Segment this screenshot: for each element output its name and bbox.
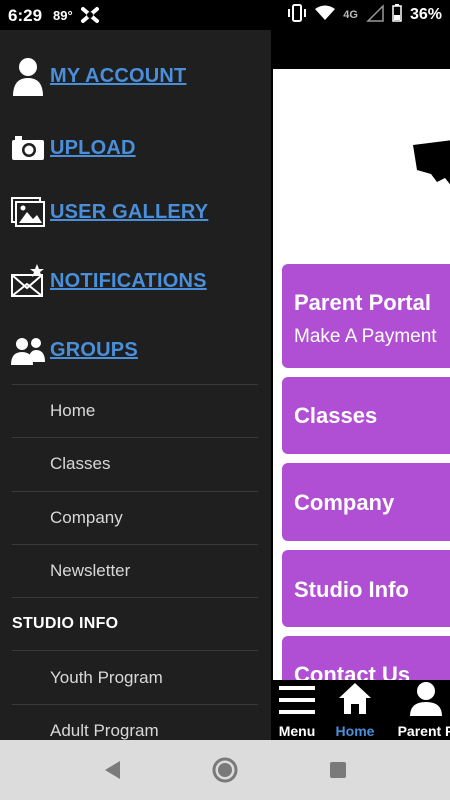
drawer-item-company[interactable]: Company	[12, 490, 258, 544]
tile-parent-portal-subtitle: Make A Payment	[294, 326, 437, 347]
drawer-item-classes[interactable]: Classes	[12, 437, 258, 490]
my-account-link[interactable]: MY ACCOUNT	[10, 56, 186, 96]
tile-classes[interactable]: Classes	[282, 377, 450, 454]
upload-label: UPLOAD	[50, 136, 136, 159]
drawer-item-home[interactable]: Home	[12, 384, 258, 437]
groups-link[interactable]: GROUPS	[10, 330, 138, 370]
bottom-tab-bar: Menu Home Parent P	[271, 680, 450, 740]
tile-company-title: Company	[294, 490, 395, 515]
gallery-icon	[10, 192, 46, 232]
main-header	[273, 30, 450, 69]
tab-parent-portal[interactable]: Parent P	[391, 680, 450, 740]
menu-icon	[278, 680, 316, 721]
home-icon	[337, 680, 373, 721]
status-bar: 6:29 89° 4G 36%	[0, 0, 450, 30]
network-type: 4G	[343, 9, 358, 21]
my-account-label: MY ACCOUNT	[50, 64, 187, 87]
tab-home[interactable]: Home	[333, 680, 377, 740]
recents-button[interactable]	[324, 756, 352, 784]
tile-parent-portal[interactable]: Parent Portal Make A Payment	[282, 264, 450, 368]
tile-studio-info-title: Studio Info	[294, 577, 409, 602]
tile-studio-info[interactable]: Studio Info	[282, 550, 450, 627]
status-temperature: 89°	[53, 8, 73, 23]
wifi-icon	[315, 5, 336, 26]
battery-percent: 36%	[409, 6, 442, 23]
circle-home-icon	[212, 757, 238, 783]
battery-icon	[392, 3, 402, 27]
back-button[interactable]	[98, 756, 126, 784]
logo	[413, 140, 450, 195]
navigation-drawer: MY ACCOUNT UPLOAD USER GALLERY NOTIFICAT…	[0, 30, 271, 740]
tile-company[interactable]: Company	[282, 463, 450, 541]
signal-icon	[366, 3, 384, 27]
user-icon	[408, 680, 444, 721]
user-gallery-link[interactable]: USER GALLERY	[10, 192, 208, 232]
mail-star-icon	[10, 261, 46, 301]
square-recents-icon	[330, 762, 346, 778]
drawer-nav-list: Home Classes Company Newsletter STUDIO I…	[12, 384, 258, 740]
groups-label: GROUPS	[50, 338, 138, 361]
tab-menu[interactable]: Menu	[277, 680, 317, 740]
app-notification-icon	[80, 5, 100, 25]
drawer-item-youth-program[interactable]: Youth Program	[12, 650, 258, 703]
user-icon	[10, 56, 46, 96]
user-gallery-label: USER GALLERY	[50, 200, 209, 223]
status-time: 6:29	[8, 6, 43, 25]
drawer-item-adult-program[interactable]: Adult Program	[12, 703, 258, 740]
notifications-label: NOTIFICATIONS	[50, 269, 207, 292]
home-system-button[interactable]	[211, 756, 239, 784]
upload-link[interactable]: UPLOAD	[10, 128, 136, 168]
tab-home-label: Home	[335, 723, 375, 739]
camera-icon	[10, 128, 46, 168]
tile-parent-portal-title: Parent Portal	[294, 290, 431, 315]
notifications-link[interactable]: NOTIFICATIONS	[10, 261, 207, 301]
tile-classes-title: Classes	[294, 403, 378, 428]
tab-parent-portal-label: Parent P	[397, 723, 450, 739]
main-content: Parent Portal Make A Payment Classes Com…	[271, 30, 450, 740]
section-header-studio-info[interactable]: STUDIO INFO	[12, 597, 258, 650]
drawer-item-newsletter[interactable]: Newsletter	[12, 543, 258, 597]
back-icon	[105, 761, 120, 779]
group-icon	[10, 330, 46, 370]
tab-menu-label: Menu	[278, 723, 316, 739]
vibrate-icon	[287, 3, 307, 27]
system-navigation-bar	[0, 740, 450, 800]
